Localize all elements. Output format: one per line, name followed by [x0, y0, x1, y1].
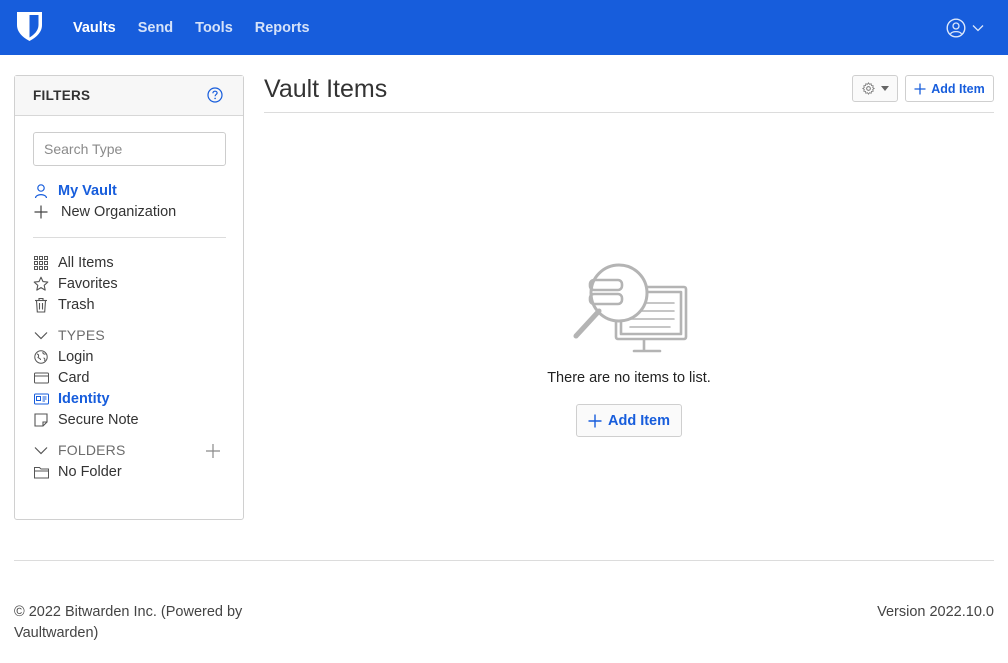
star-icon — [33, 276, 49, 292]
gear-icon — [861, 82, 875, 95]
footer-copyright: © 2022 Bitwarden Inc. (Powered by Vaultw… — [14, 604, 243, 641]
add-item-center-button[interactable]: Add Item — [576, 404, 682, 437]
filters-panel: FILTERS My Vault New Organization All It… — [14, 75, 244, 520]
types-section-label: TYPES — [58, 327, 105, 343]
top-navbar: Vaults Send Tools Reports — [0, 0, 1008, 55]
chevron-down-icon[interactable] — [33, 442, 49, 458]
filters-header: FILTERS — [15, 76, 243, 116]
sticky-note-icon — [33, 412, 49, 428]
types-section-header: TYPES — [33, 325, 105, 345]
nav-tools[interactable]: Tools — [195, 20, 233, 36]
add-folder-plus-icon[interactable] — [205, 443, 221, 459]
filter-type-card-label: Card — [58, 370, 90, 386]
filter-type-card[interactable]: Card — [33, 368, 89, 388]
user-circle-icon — [946, 18, 966, 38]
plus-icon — [588, 414, 602, 427]
plus-icon — [33, 204, 49, 220]
add-item-button[interactable]: Add Item — [905, 75, 994, 102]
chevron-down-icon[interactable] — [33, 327, 49, 343]
caret-down-icon — [880, 86, 889, 91]
filter-trash[interactable]: Trash — [33, 295, 95, 315]
nav-send[interactable]: Send — [138, 20, 173, 36]
credit-card-icon — [33, 370, 49, 386]
plus-icon — [914, 83, 926, 94]
filter-type-secure-note[interactable]: Secure Note — [33, 410, 139, 430]
add-item-center-label: Add Item — [607, 412, 671, 429]
nav-reports[interactable]: Reports — [255, 20, 310, 36]
nav-vaults[interactable]: Vaults — [73, 20, 116, 36]
filter-type-identity[interactable]: Identity — [33, 389, 110, 409]
filter-all-items-label: All Items — [58, 255, 114, 271]
folders-section-label: FOLDERS — [58, 442, 126, 458]
empty-state-message: There are no items to list. — [547, 370, 711, 386]
no-items-illustration — [573, 263, 688, 353]
filter-new-organization-label: New Organization — [61, 204, 177, 220]
grid-icon — [33, 255, 49, 271]
trash-icon — [33, 297, 49, 313]
bitwarden-logo-icon[interactable] — [16, 11, 43, 42]
folder-icon — [33, 464, 49, 480]
folders-section-header: FOLDERS — [33, 440, 126, 460]
filter-my-vault[interactable]: My Vault — [33, 181, 117, 201]
filter-type-secure-note-label: Secure Note — [58, 412, 139, 428]
user-icon — [33, 183, 49, 199]
main-nav: Vaults Send Tools Reports — [73, 0, 310, 55]
globe-icon — [33, 349, 49, 365]
filter-new-organization[interactable]: New Organization — [33, 202, 176, 222]
filter-no-folder[interactable]: No Folder — [33, 462, 122, 482]
search-type-input[interactable] — [33, 132, 226, 166]
title-divider — [264, 112, 994, 113]
filter-type-login-label: Login — [58, 349, 94, 365]
filter-type-identity-label: Identity — [58, 391, 110, 407]
filter-trash-label: Trash — [58, 297, 95, 313]
footer-divider — [14, 560, 994, 561]
account-menu[interactable] — [946, 18, 984, 38]
filter-favorites[interactable]: Favorites — [33, 274, 118, 294]
filter-my-vault-label: My Vault — [58, 183, 117, 199]
settings-dropdown-button[interactable] — [852, 75, 898, 102]
filter-no-folder-label: No Folder — [58, 464, 122, 480]
filter-type-login[interactable]: Login — [33, 347, 93, 367]
page-title: Vault Items — [264, 75, 388, 103]
filters-divider — [33, 237, 226, 238]
question-circle-icon[interactable] — [207, 87, 223, 103]
id-card-icon — [33, 391, 49, 407]
footer-version: Version 2022.10.0 — [877, 604, 994, 620]
filter-favorites-label: Favorites — [58, 276, 118, 292]
filter-all-items[interactable]: All Items — [33, 253, 114, 273]
filters-title: FILTERS — [33, 88, 91, 103]
caret-down-icon — [972, 25, 984, 32]
add-item-button-label: Add Item — [931, 81, 985, 96]
